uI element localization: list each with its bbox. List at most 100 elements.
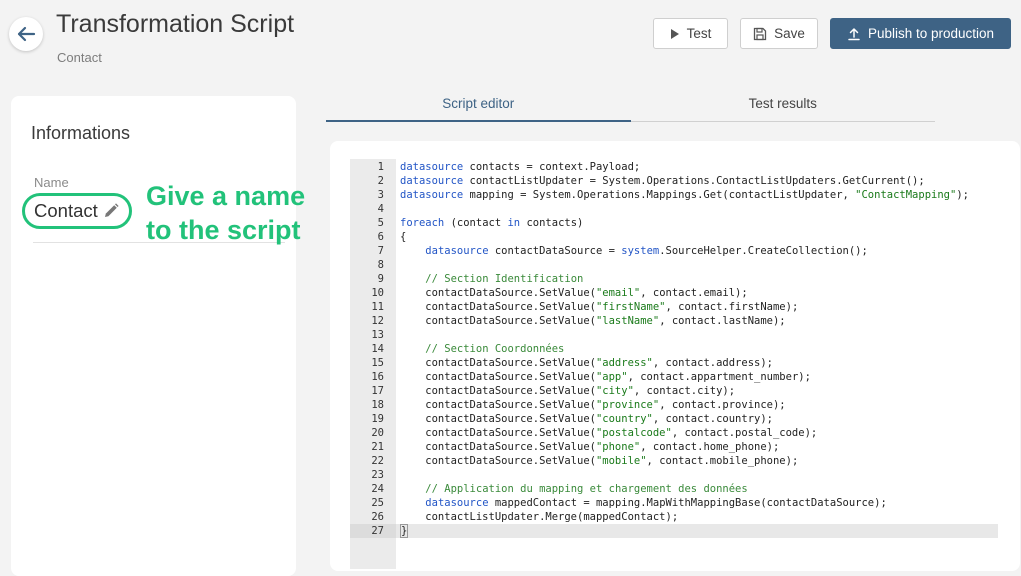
line-number: 20 (371, 427, 384, 439)
code-text: contactDataSource.SetValue("mobile", con… (400, 455, 799, 467)
line-number: 6 (377, 231, 384, 243)
page-subtitle: Contact (57, 50, 102, 65)
code-line: 20 contactDataSource.SetValue("postalcod… (350, 426, 998, 440)
line-number: 7 (377, 245, 384, 257)
code-line: 23 (350, 468, 998, 482)
code-text: foreach (contact in contacts) (400, 217, 584, 229)
code-text: contactDataSource.SetValue("firstName", … (400, 301, 799, 313)
code-text: } (400, 524, 409, 538)
back-button[interactable] (9, 17, 43, 51)
name-label: Name (34, 175, 69, 190)
code-text: contactDataSource.SetValue("app", contac… (400, 371, 811, 383)
code-text: datasource contactDataSource = system.So… (425, 245, 868, 257)
line-number: 25 (371, 497, 384, 509)
code-line: 22 contactDataSource.SetValue("mobile", … (350, 454, 998, 468)
code-text: contactDataSource.SetValue("email", cont… (400, 287, 748, 299)
code-text: datasource contacts = context.Payload; (400, 161, 641, 173)
script-name-field[interactable]: Contact (22, 193, 132, 229)
floppy-disk-icon (753, 27, 767, 40)
code-line: 24 // Application du mapping et chargeme… (350, 482, 998, 496)
code-line: 19 contactDataSource.SetValue("country",… (350, 412, 998, 426)
code-text: contactDataSource.SetValue("province", c… (400, 399, 786, 411)
line-number: 27 (350, 524, 396, 538)
line-number: 3 (377, 189, 384, 201)
tab-test-results[interactable]: Test results (631, 90, 936, 121)
line-number: 2 (377, 175, 384, 187)
code-line: 6{ (350, 230, 998, 244)
code-text: { (400, 231, 407, 243)
code-line: 27} (350, 524, 998, 538)
editor-card: 1 datasource contacts = context.Payload; 2… (330, 141, 1020, 571)
informations-panel: Informations Name Contact (11, 96, 296, 576)
arrow-left-icon (17, 26, 36, 42)
editor-tabs: Script editor Test results (326, 90, 935, 122)
publish-button[interactable]: Publish to production (830, 18, 1011, 49)
code-text: // Section Coordonnées (425, 343, 565, 355)
code-line: 9 // Section Identification (350, 272, 998, 286)
line-number: 8 (377, 259, 384, 271)
informations-heading: Informations (31, 123, 131, 143)
test-button-label: Test (686, 26, 712, 41)
code-text: contactDataSource.SetValue("phone", cont… (400, 441, 780, 453)
script-name-value: Contact (34, 200, 98, 221)
code-text: datasource contactListUpdater = System.O… (400, 175, 925, 187)
code-line: 13 (350, 328, 998, 342)
code-text: contactDataSource.SetValue("country", co… (400, 413, 773, 425)
code-text: // Section Identification (425, 273, 584, 285)
line-number: 24 (371, 483, 384, 495)
line-number: 1 (377, 161, 384, 173)
code-text: contactListUpdater.Merge(mappedContact); (400, 511, 679, 523)
test-button[interactable]: Test (653, 18, 728, 49)
save-button[interactable]: Save (740, 18, 818, 49)
line-number: 22 (371, 455, 384, 467)
code-line: 1 datasource contacts = context.Payload; (350, 160, 998, 174)
line-number: 17 (371, 385, 384, 397)
code-lines: 1 datasource contacts = context.Payload; 2… (350, 160, 998, 538)
line-number: 4 (377, 203, 384, 215)
play-icon (670, 28, 679, 39)
code-line: 14 // Section Coordonnées (350, 342, 998, 356)
code-line: 18 contactDataSource.SetValue("province"… (350, 398, 998, 412)
line-number: 12 (371, 315, 384, 327)
line-number: 14 (371, 343, 384, 355)
line-number: 9 (377, 273, 384, 285)
line-number: 11 (371, 301, 384, 313)
code-line: 8 (350, 258, 998, 272)
line-number: 16 (371, 371, 384, 383)
page-title: Transformation Script (56, 10, 295, 38)
code-line: 17 contactDataSource.SetValue("city", co… (350, 384, 998, 398)
code-line: 25 datasource mappedContact = mapping.Ma… (350, 496, 998, 510)
code-text: datasource mapping = System.Operations.M… (400, 189, 969, 201)
code-line: 16 contactDataSource.SetValue("app", con… (350, 370, 998, 384)
code-line: 12 contactDataSource.SetValue("lastName"… (350, 314, 998, 328)
upload-icon (848, 27, 860, 40)
code-text: contactDataSource.SetValue("address", co… (400, 357, 773, 369)
tab-script-editor[interactable]: Script editor (326, 90, 631, 122)
line-number: 10 (371, 287, 384, 299)
save-button-label: Save (774, 26, 805, 41)
code-editor[interactable]: 1 datasource contacts = context.Payload; 2… (350, 159, 998, 569)
code-text: // Application du mapping et chargement … (425, 483, 748, 495)
annotation-callout: Give a name to the script (146, 181, 306, 245)
line-number: 13 (371, 329, 384, 341)
line-number: 18 (371, 399, 384, 411)
line-number: 26 (371, 511, 384, 523)
code-line: 21 contactDataSource.SetValue("phone", c… (350, 440, 998, 454)
line-number: 23 (371, 469, 384, 481)
code-line: 4 (350, 202, 998, 216)
code-line: 10 contactDataSource.SetValue("email", c… (350, 286, 998, 300)
code-text: contactDataSource.SetValue("lastName", c… (400, 315, 786, 327)
code-line: 2 datasource contactListUpdater = System.… (350, 174, 998, 188)
line-number: 21 (371, 441, 384, 453)
code-line: 7 datasource contactDataSource = system.… (350, 244, 998, 258)
code-text: contactDataSource.SetValue("city", conta… (400, 385, 736, 397)
pencil-icon[interactable] (102, 202, 120, 220)
code-line: 11 contactDataSource.SetValue("firstName… (350, 300, 998, 314)
code-text: contactDataSource.SetValue("postalcode",… (400, 427, 818, 439)
code-line: 3 datasource mapping = System.Operations.… (350, 188, 998, 202)
code-line: 15 contactDataSource.SetValue("address",… (350, 356, 998, 370)
